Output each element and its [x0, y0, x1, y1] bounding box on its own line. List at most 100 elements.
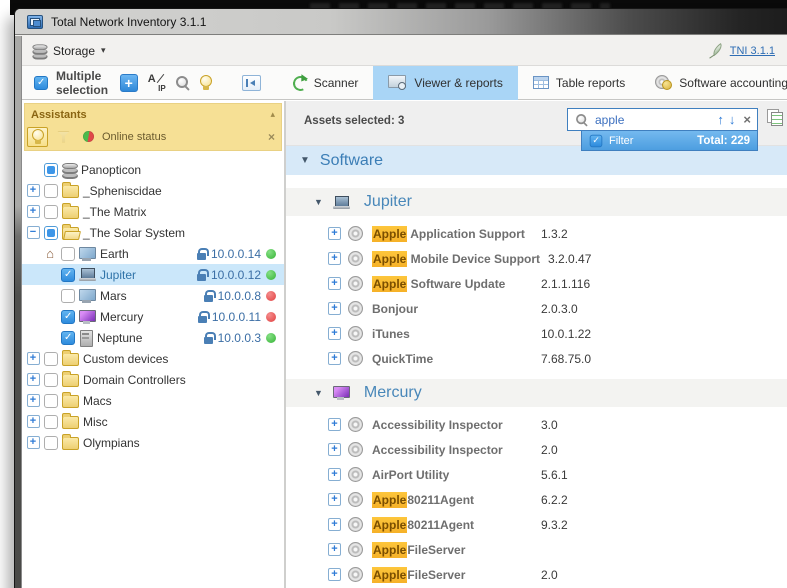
- search-icon[interactable]: [175, 75, 191, 91]
- tree-row[interactable]: +Custom devices: [22, 348, 284, 369]
- expand-toggle-icon[interactable]: +: [328, 227, 341, 240]
- tree-checkbox[interactable]: [44, 373, 58, 387]
- expand-toggle-icon[interactable]: +: [27, 373, 40, 386]
- expand-toggle-icon[interactable]: +: [328, 418, 341, 431]
- report-copy-button[interactable]: [766, 109, 787, 125]
- collapse-icon[interactable]: [270, 109, 275, 120]
- expand-toggle-icon[interactable]: +: [328, 252, 341, 265]
- expand-toggle-icon[interactable]: +: [27, 394, 40, 407]
- storage-menu[interactable]: Storage: [53, 44, 95, 58]
- software-row[interactable]: +Bonjour2.0.3.0: [286, 296, 787, 321]
- search-highlight: Apple: [372, 276, 407, 292]
- offline-status-dot: [266, 312, 276, 322]
- tab-table-reports[interactable]: Table reports: [518, 66, 640, 100]
- software-row[interactable]: +Apple80211Agent6.2.2: [286, 487, 787, 512]
- expand-toggle-icon[interactable]: +: [328, 277, 341, 290]
- tree-row[interactable]: +Macs: [22, 390, 284, 411]
- find-previous-icon[interactable]: [717, 112, 724, 127]
- tree-row[interactable]: +_The Matrix: [22, 201, 284, 222]
- search-input[interactable]: [595, 113, 712, 127]
- expand-toggle-icon[interactable]: +: [328, 443, 341, 456]
- tree-checkbox[interactable]: [44, 415, 58, 429]
- window-titlebar[interactable]: Total Network Inventory 3.1.1: [15, 9, 787, 35]
- software-row[interactable]: +iTunes10.0.1.22: [286, 321, 787, 346]
- tree-row[interactable]: +Misc: [22, 411, 284, 432]
- add-button[interactable]: [120, 74, 138, 92]
- tree-checkbox[interactable]: [61, 247, 75, 261]
- software-row[interactable]: +Apple Mobile Device Support3.2.0.47: [286, 246, 787, 271]
- tree-row[interactable]: −_The Solar System: [22, 222, 284, 243]
- home-icon: [46, 246, 54, 261]
- find-next-icon[interactable]: [729, 112, 736, 127]
- collapse-triangle-icon[interactable]: [300, 155, 310, 166]
- tree-row[interactable]: +_Spheniscidae: [22, 180, 284, 201]
- software-row[interactable]: +Accessibility Inspector3.0: [286, 412, 787, 437]
- close-icon[interactable]: [268, 130, 275, 144]
- tree-checkbox[interactable]: [61, 331, 75, 345]
- software-row[interactable]: +AppleFileServer: [286, 537, 787, 562]
- software-row[interactable]: +Accessibility Inspector2.0: [286, 437, 787, 462]
- tree-checkbox[interactable]: [44, 352, 58, 366]
- tni-version-link[interactable]: TNI 3.1.1: [730, 45, 775, 57]
- tree-item-label: Neptune: [97, 331, 142, 345]
- collapse-triangle-icon[interactable]: [314, 197, 323, 207]
- tree-checkbox[interactable]: [44, 184, 58, 198]
- tab-software-accounting[interactable]: Software accounting: [640, 66, 787, 100]
- collapse-triangle-icon[interactable]: [314, 388, 323, 398]
- expand-toggle-icon[interactable]: +: [27, 436, 40, 449]
- software-name: AirPort Utility: [372, 468, 541, 482]
- tree-checkbox[interactable]: [61, 310, 75, 324]
- tree-row[interactable]: +Domain Controllers: [22, 369, 284, 390]
- tree-row[interactable]: Mercury10.0.0.11: [22, 306, 284, 327]
- tree-checkbox[interactable]: [44, 436, 58, 450]
- expand-toggle-icon[interactable]: +: [328, 568, 341, 581]
- expand-toggle-icon[interactable]: +: [328, 327, 341, 340]
- software-version: 2.0.3.0: [541, 302, 578, 316]
- tree-row[interactable]: Mars10.0.0.8: [22, 285, 284, 306]
- lightbulb-icon[interactable]: [200, 75, 212, 91]
- expand-toggle-icon[interactable]: +: [328, 352, 341, 365]
- lightbulb-filter-button[interactable]: [27, 127, 48, 147]
- tree-checkbox[interactable]: [44, 226, 58, 240]
- chevron-down-icon[interactable]: [101, 45, 106, 56]
- tree-checkbox[interactable]: [44, 163, 58, 177]
- tree-checkbox[interactable]: [61, 268, 75, 282]
- tree-row[interactable]: Panopticon: [22, 159, 284, 180]
- menu-bar: Storage TNI 3.1.1: [22, 36, 787, 66]
- tree-row[interactable]: Earth10.0.0.14: [22, 243, 284, 264]
- tree-checkbox[interactable]: [44, 394, 58, 408]
- software-row[interactable]: +Apple Software Update2.1.1.116: [286, 271, 787, 296]
- software-row[interactable]: +AppleFileServer2.0: [286, 562, 787, 587]
- expand-toggle-icon[interactable]: +: [328, 468, 341, 481]
- tree-row[interactable]: +Olympians: [22, 432, 284, 453]
- expand-toggle-icon[interactable]: +: [27, 352, 40, 365]
- expand-toggle-icon[interactable]: +: [328, 493, 341, 506]
- multiple-selection-checkbox[interactable]: [34, 76, 48, 90]
- software-row[interactable]: +AirPort Utility5.6.1: [286, 462, 787, 487]
- expand-toggle-icon[interactable]: +: [328, 518, 341, 531]
- tree-row[interactable]: Jupiter10.0.0.12: [22, 264, 284, 285]
- db-icon: [62, 162, 77, 177]
- clear-search-icon[interactable]: [743, 112, 751, 127]
- tab-viewer-reports[interactable]: Viewer & reports: [373, 66, 517, 100]
- expand-toggle-icon[interactable]: +: [27, 415, 40, 428]
- group-header-mercury[interactable]: Mercury: [286, 379, 787, 407]
- tree-row[interactable]: Neptune10.0.0.3: [22, 327, 284, 348]
- expand-toggle-icon[interactable]: −: [27, 226, 40, 239]
- tab-scanner[interactable]: Scanner: [277, 66, 374, 100]
- tree-checkbox[interactable]: [44, 205, 58, 219]
- panel-toggle-button[interactable]: [242, 75, 261, 91]
- expand-toggle-icon[interactable]: +: [328, 543, 341, 556]
- expand-toggle-icon[interactable]: +: [27, 205, 40, 218]
- expand-toggle-icon[interactable]: +: [27, 184, 40, 197]
- expand-toggle-icon[interactable]: +: [328, 302, 341, 315]
- software-version: 3.0: [541, 418, 558, 432]
- funnel-filter-button[interactable]: [53, 127, 74, 147]
- software-row[interactable]: +Apple Application Support1.3.2: [286, 221, 787, 246]
- a-ip-button[interactable]: A IP: [147, 75, 166, 91]
- filter-checkbox[interactable]: [590, 134, 603, 147]
- tree-checkbox[interactable]: [61, 289, 75, 303]
- software-row[interactable]: +Apple80211Agent9.3.2: [286, 512, 787, 537]
- group-header-jupiter[interactable]: Jupiter: [286, 188, 787, 216]
- software-row[interactable]: +QuickTime7.68.75.0: [286, 346, 787, 371]
